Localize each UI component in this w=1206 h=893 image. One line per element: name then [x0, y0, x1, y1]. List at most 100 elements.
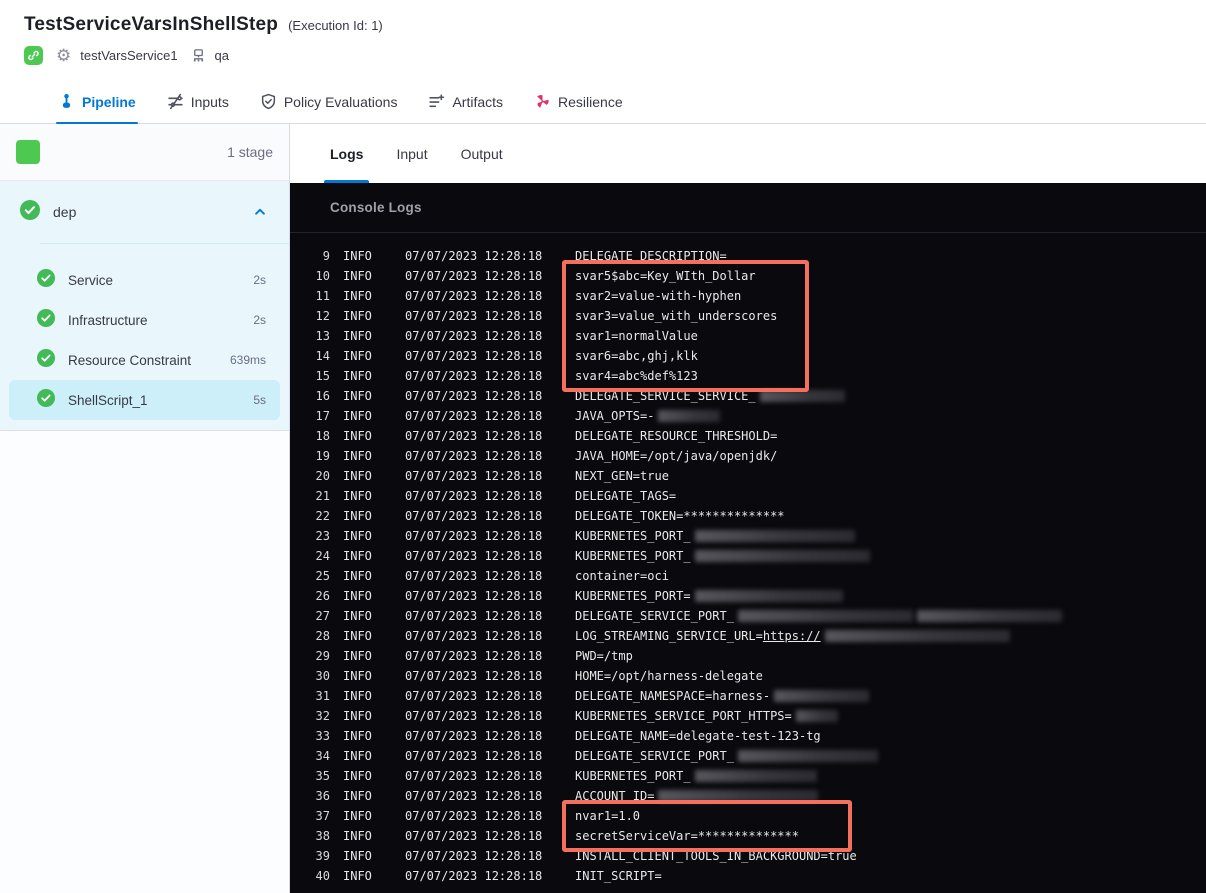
log-line-37: 37 INFO 07/07/2023 12:28:18 nvar1=1.0	[290, 806, 1206, 826]
console-log-body[interactable]: 9 INFO 07/07/2023 12:28:18 DELEGATE_DESCRIP…	[290, 233, 1206, 886]
step-duration: 5s	[253, 393, 266, 407]
log-text: container=oci	[575, 569, 669, 583]
step-row-service[interactable]: Service 2s	[9, 260, 280, 300]
log-line-11: 11 INFO 07/07/2023 12:28:18 svar2=value-wit…	[290, 286, 1206, 306]
nav-tab-inputs[interactable]: Inputs	[165, 80, 231, 123]
line-number: 16	[315, 389, 330, 403]
log-level: INFO	[343, 869, 372, 883]
log-timestamp: 07/07/2023 12:28:18	[405, 429, 543, 443]
nav-tab-artifacts[interactable]: Artifacts	[426, 80, 505, 123]
step-details-panel: Logs Input Output Console Logs 9 INFO 07/07/…	[290, 124, 1206, 893]
log-text: ACCOUNT_ID=	[575, 789, 655, 803]
log-text: JAVA_OPTS=-	[575, 409, 655, 423]
log-line-28: 28 INFO 07/07/2023 12:28:18 LOG_STREAMING_S…	[290, 626, 1206, 646]
service-name: testVarsService1	[80, 48, 178, 63]
log-level: INFO	[343, 829, 372, 843]
success-check-icon	[37, 268, 55, 292]
stage-group-dep: dep Service 2s Infrastructure 2s Resource Co…	[0, 181, 289, 431]
log-line-29: 29 INFO 07/07/2023 12:28:18 PWD=/tmp	[290, 646, 1206, 666]
line-number: 30	[315, 669, 330, 683]
nav-tab-label: Artifacts	[452, 93, 504, 110]
nav-tab-policy-evaluations[interactable]: Policy Evaluations	[258, 80, 400, 123]
log-timestamp: 07/07/2023 12:28:18	[405, 629, 543, 643]
log-level: INFO	[343, 789, 372, 803]
line-number: 25	[315, 569, 330, 583]
log-line-9: 9 INFO 07/07/2023 12:28:18 DELEGATE_DESCRIP…	[290, 246, 1206, 266]
log-level: INFO	[343, 629, 372, 643]
log-timestamp: 07/07/2023 12:28:18	[405, 349, 543, 363]
log-text: DELEGATE_SERVICE_PORT_	[575, 609, 734, 623]
nav-tab-label: Inputs	[190, 93, 229, 110]
log-timestamp: 07/07/2023 12:28:18	[405, 589, 543, 603]
log-text: DELEGATE_NAMESPACE=harness-	[575, 689, 771, 703]
log-timestamp: 07/07/2023 12:28:18	[405, 809, 543, 823]
success-check-icon	[37, 388, 55, 412]
step-duration: 2s	[253, 273, 266, 287]
line-number: 29	[315, 649, 330, 663]
log-tab-output[interactable]: Output	[461, 124, 503, 183]
log-line-30: 30 INFO 07/07/2023 12:28:18 HOME=/opt/harne…	[290, 666, 1206, 686]
log-level: INFO	[343, 689, 372, 703]
log-tab-input[interactable]: Input	[396, 124, 427, 183]
line-number: 14	[315, 349, 330, 363]
log-timestamp: 07/07/2023 12:28:18	[405, 749, 543, 763]
log-line-10: 10 INFO 07/07/2023 12:28:18 svar5$abc=Key_W…	[290, 266, 1206, 286]
line-number: 40	[315, 869, 330, 883]
log-text: LOG_STREAMING_SERVICE_URL=	[575, 629, 763, 643]
step-row-shellscript-1[interactable]: ShellScript_1 5s	[9, 380, 280, 420]
log-text: INIT_SCRIPT=	[575, 869, 662, 883]
redacted-text	[737, 750, 878, 762]
nav-tab-pipeline[interactable]: Pipeline	[56, 80, 138, 124]
log-timestamp: 07/07/2023 12:28:18	[405, 709, 543, 723]
log-tab-logs[interactable]: Logs	[323, 124, 370, 183]
log-line-12: 12 INFO 07/07/2023 12:28:18 svar3=value_wit…	[290, 306, 1206, 326]
chevron-up-icon[interactable]	[253, 205, 267, 219]
log-timestamp: 07/07/2023 12:28:18	[405, 689, 543, 703]
log-timestamp: 07/07/2023 12:28:18	[405, 489, 543, 503]
page-title: TestServiceVarsInShellStep	[24, 14, 279, 35]
log-text: svar6=abc,ghj,klk	[575, 349, 698, 363]
log-line-18: 18 INFO 07/07/2023 12:28:18 DELEGATE_RESOUR…	[290, 426, 1206, 446]
step-label: Infrastructure	[68, 312, 148, 328]
log-text: svar1=normalValue	[575, 329, 698, 343]
log-text: secretServiceVar=**************	[575, 829, 799, 843]
execution-header: TestServiceVarsInShellStep (Execution Id…	[0, 0, 1206, 80]
log-line-14: 14 INFO 07/07/2023 12:28:18 svar6=abc,ghj,k…	[290, 346, 1206, 366]
step-duration: 639ms	[229, 353, 266, 367]
log-level: INFO	[343, 669, 372, 683]
log-text: DELEGATE_NAME=delegate-test-123-tg	[575, 729, 821, 743]
stage-status-square[interactable]	[16, 140, 40, 164]
stages-sidebar: 1 stage dep Service 2s Infrastructure 2s Res…	[0, 124, 290, 893]
log-text: KUBERNETES_PORT_	[575, 529, 691, 543]
log-level: INFO	[343, 729, 372, 743]
line-number: 36	[315, 789, 330, 803]
log-text: NEXT_GEN=true	[575, 469, 669, 483]
redacted-text	[658, 410, 721, 422]
log-line-26: 26 INFO 07/07/2023 12:28:18 KUBERNETES_PORT…	[290, 586, 1206, 606]
step-row-infrastructure[interactable]: Infrastructure 2s	[9, 300, 280, 340]
log-line-31: 31 INFO 07/07/2023 12:28:18 DELEGATE_NAMESP…	[290, 686, 1206, 706]
log-level: INFO	[343, 709, 372, 723]
stage-group-header[interactable]: dep	[0, 181, 289, 243]
redacted-text	[694, 550, 870, 562]
log-timestamp: 07/07/2023 12:28:18	[405, 389, 543, 403]
step-duration: 2s	[253, 313, 266, 327]
success-check-icon	[37, 348, 55, 372]
nav-tab-resilience[interactable]: Resilience	[532, 80, 625, 123]
log-level: INFO	[343, 589, 372, 603]
step-row-resource-constraint[interactable]: Resource Constraint 639ms	[9, 340, 280, 380]
log-timestamp: 07/07/2023 12:28:18	[405, 789, 543, 803]
step-label: ShellScript_1	[68, 392, 148, 408]
line-number: 18	[315, 429, 330, 443]
log-timestamp: 07/07/2023 12:28:18	[405, 849, 543, 863]
step-label: Resource Constraint	[68, 352, 192, 368]
log-line-19: 19 INFO 07/07/2023 12:28:18 JAVA_HOME=/opt/…	[290, 446, 1206, 466]
log-level: INFO	[343, 289, 372, 303]
sidebar-empty-area	[0, 431, 289, 893]
line-number: 11	[315, 289, 330, 303]
step-label: Service	[68, 272, 114, 288]
log-timestamp: 07/07/2023 12:28:18	[405, 829, 543, 843]
inputs-icon	[167, 93, 184, 110]
log-timestamp: 07/07/2023 12:28:18	[405, 609, 543, 623]
nav-tab-label: Policy Evaluations	[283, 93, 398, 110]
